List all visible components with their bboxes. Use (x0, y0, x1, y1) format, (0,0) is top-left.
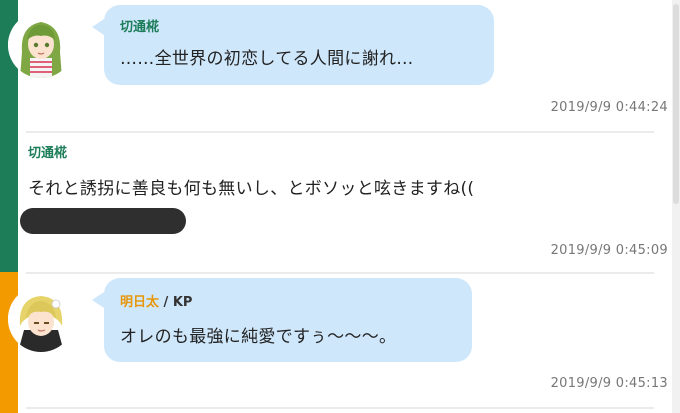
message-text: オレのも最強に純愛ですぅ～～～。 (120, 327, 397, 347)
timestamp: 2019/9/9 0:45:09 (550, 243, 668, 258)
message-text: ……全世界の初恋してる人間に謝れ… (120, 49, 414, 69)
scrollbar[interactable] (672, 0, 680, 413)
timestamp: 2019/9/9 0:44:24 (550, 100, 668, 115)
speaker-name: 切通椛 (120, 20, 160, 35)
avatar[interactable] (8, 286, 74, 352)
message-divider (26, 407, 654, 409)
message-bubble: 明日太 / KP オレのも最強に純愛ですぅ～～～。 (92, 278, 472, 362)
speaker-color-strip-orange (0, 272, 18, 413)
timestamp: 2019/9/9 0:45:13 (550, 376, 668, 391)
scrollbar-thumb[interactable] (673, 4, 679, 204)
speaker-name-row: 明日太 / KP (120, 295, 192, 311)
message-divider (26, 272, 654, 274)
green-haired-character-avatar-icon (8, 12, 74, 78)
message-bubble: 切通椛 ……全世界の初恋してる人間に謝れ… (92, 5, 494, 85)
speaker-name: 切通椛 (28, 146, 68, 161)
blonde-character-avatar-icon (8, 286, 74, 352)
redacted-text (20, 208, 186, 234)
message-text: それと誘拐に善良も何も無いし、とボソッと呟きますね(( (28, 179, 475, 199)
avatar[interactable] (8, 12, 74, 78)
chat-log: 切通椛 ……全世界の初恋してる人間に謝れ… 2019/9/9 0:44:24 切… (0, 0, 680, 413)
message-divider (26, 131, 654, 133)
speaker-name: 明日太 (120, 295, 160, 310)
speaker-role: / KP (163, 295, 193, 310)
